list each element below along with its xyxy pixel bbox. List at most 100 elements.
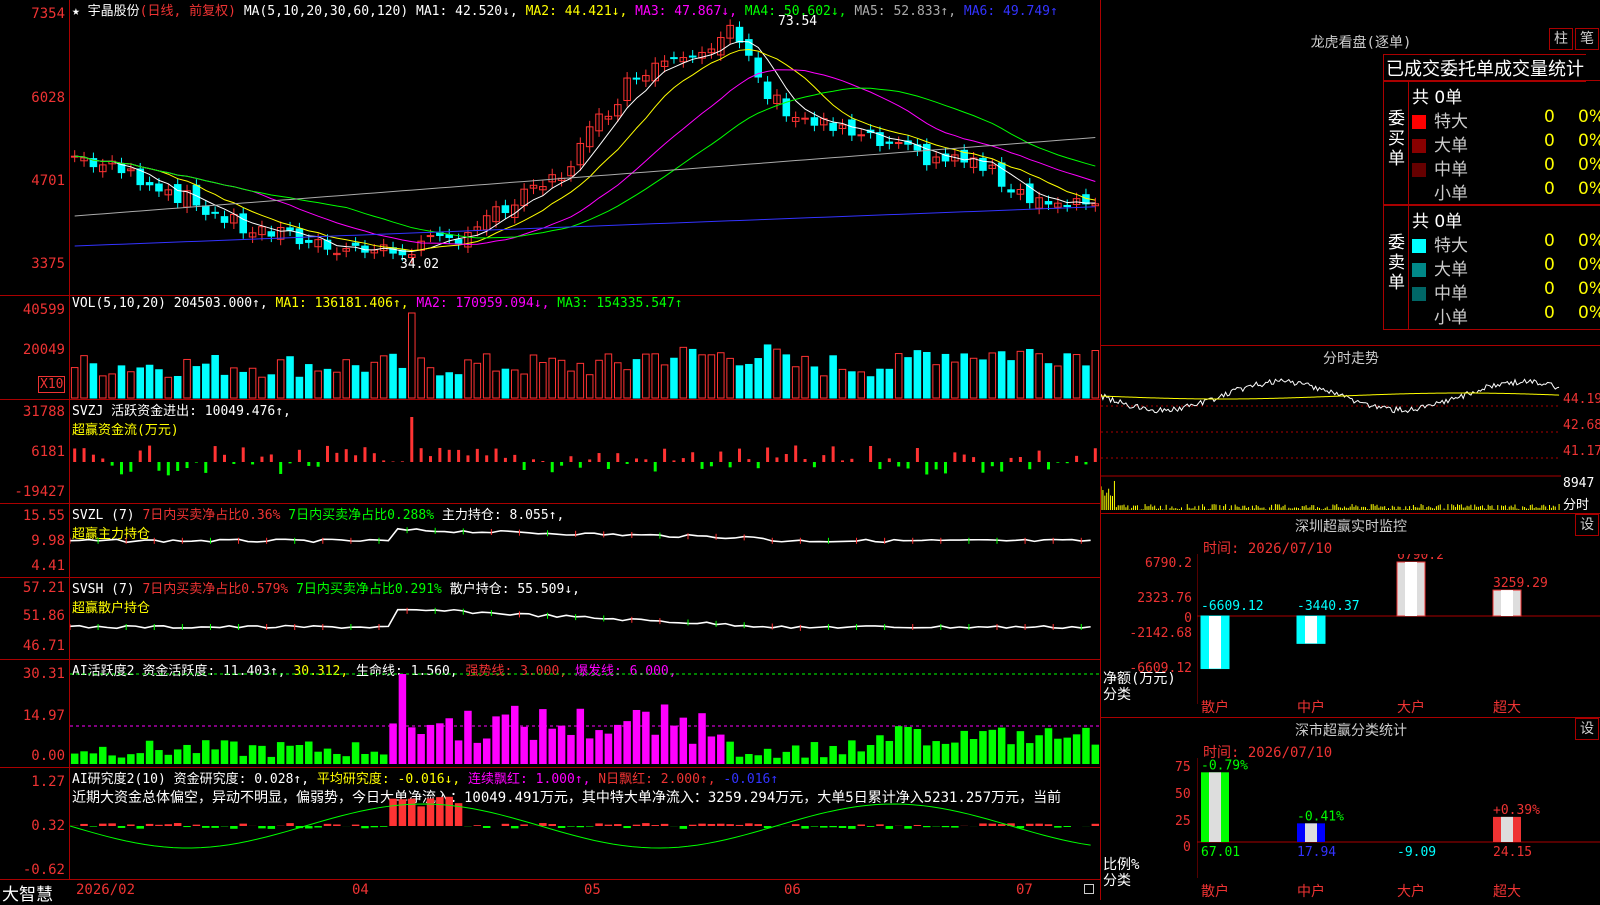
candle [146, 183, 153, 185]
sz-monitor-panel[interactable]: 深圳超赢实时监控 设 时间: 2026/07/10 6790.2 2323.76… [1100, 513, 1600, 717]
svsh-panel[interactable]: 57.21 51.86 46.71 SVSH (7) 7日内买卖净占比0.579… [0, 578, 1100, 660]
vol-bar [802, 356, 809, 398]
vol-bar [109, 374, 116, 398]
activity-bar [726, 742, 733, 764]
legend-swatch [1412, 239, 1426, 253]
candle [1064, 205, 1071, 206]
vol-bar [380, 356, 387, 398]
vol-bar [596, 360, 603, 398]
candle [305, 240, 312, 242]
svsh-chart[interactable] [70, 578, 1100, 660]
research-bar [183, 826, 190, 827]
vol-bar [746, 364, 753, 398]
sell-row-3: 小单00% [1412, 303, 1600, 325]
ai2-chart[interactable] [70, 768, 1100, 880]
candle [858, 135, 865, 136]
vol-bar [970, 358, 977, 398]
research-bar [1063, 826, 1070, 827]
vol-bar [792, 367, 799, 398]
sell-total: 共 0单 [1412, 207, 1462, 232]
vol-bar [811, 367, 818, 398]
activity-bar [174, 749, 181, 764]
research-bar [876, 824, 883, 826]
vol-bar [764, 345, 771, 398]
research-bar [577, 826, 584, 827]
kline-panel[interactable]: 7354 6028 4701 3375 ★ 宇晶股份(日线, 前复权) MA(5… [0, 0, 1100, 296]
y-tick: 0.00 [31, 748, 65, 764]
row-name: 小单 [1434, 184, 1468, 204]
sell-row-0: 特大00% [1412, 231, 1600, 253]
vol-bar [446, 373, 453, 398]
vol-bar [549, 358, 556, 398]
research-bar [698, 824, 705, 826]
research-bar [548, 824, 555, 826]
activity-bar [258, 746, 265, 764]
ai1-chart[interactable] [70, 660, 1100, 768]
ai1-y-axis: 30.31 14.97 0.00 [0, 660, 70, 767]
activity-bar [670, 726, 677, 764]
brand-logo[interactable]: 大智慧 [2, 880, 53, 905]
class-settings-button[interactable]: 设 [1575, 718, 1599, 740]
vol-bar [774, 349, 781, 398]
activity-bar [745, 754, 752, 764]
y-tick: 31788 [23, 404, 65, 420]
vol-bar [174, 376, 181, 398]
vol-bar [717, 353, 724, 398]
buy-row-2: 中单00% [1412, 155, 1600, 177]
vol-bar [736, 366, 743, 398]
research-bar [268, 826, 275, 829]
activity-bar [474, 743, 481, 764]
vol-bar [886, 369, 893, 398]
activity-bar [764, 749, 771, 764]
kline-chart[interactable] [70, 0, 1100, 296]
research-bar [80, 824, 87, 826]
y-tick: 20049 [23, 342, 65, 358]
ai-research-panel[interactable]: 1.27 0.32 -0.62 AI研究度2(10) 资金研究度: 0.028↑… [0, 768, 1100, 880]
activity-bar [333, 754, 340, 764]
lhb-tab[interactable]: 已成交委托单成交量统计 [1383, 54, 1586, 82]
activity-bar [1092, 745, 1099, 764]
research-bar [801, 826, 808, 829]
research-bar [305, 826, 312, 828]
bar-mode-button[interactable]: 柱 [1549, 28, 1573, 50]
research-bar [951, 826, 958, 828]
research-bar [1092, 824, 1099, 826]
sz-class-panel[interactable]: 深市超赢分类统计 设 时间: 2026/07/10 75 50 25 0 比例%… [1100, 717, 1600, 900]
svzj-chart[interactable] [70, 400, 1100, 504]
vol-bar [90, 364, 97, 398]
vol-bar [1008, 361, 1015, 398]
row-name: 中单 [1434, 160, 1468, 180]
vol-panel[interactable]: 40599 20049 X10 VOL(5,10,20) 204503.000↑… [0, 296, 1100, 400]
vol-bar [221, 375, 228, 398]
svzl-y-axis: 15.55 9.98 4.41 [0, 504, 70, 577]
activity-bar [698, 713, 705, 764]
lock-icon[interactable] [1084, 884, 1094, 894]
vol-bar [680, 347, 687, 398]
activity-bar [286, 746, 293, 764]
activity-bar [80, 751, 87, 764]
buy-side-label: 委买单 [1388, 109, 1406, 169]
fenshi-chart[interactable] [1101, 366, 1561, 512]
ai-activity-panel[interactable]: 30.31 14.97 0.00 AI活跃度2 资金活跃度: 11.403↑, … [0, 660, 1100, 768]
svzl-chart[interactable] [70, 504, 1100, 578]
research-bar [586, 826, 593, 827]
row-pct: 0% [1578, 231, 1600, 251]
monitor-settings-button[interactable]: 设 [1575, 514, 1599, 536]
svzj-panel[interactable]: 31788 6181 -19427 SVZJ 活跃资金进出: 10049.476… [0, 400, 1100, 504]
tick-mode-button[interactable]: 笔 [1575, 28, 1599, 50]
vol-bar [277, 360, 284, 398]
vol-chart[interactable] [70, 296, 1100, 400]
monitor-chart[interactable]: -6609.12散户-3440.37中户6790.2大户3259.29超大 [1197, 554, 1600, 714]
vol-bar [352, 366, 359, 398]
monitor-tick: -2142.68 [1129, 626, 1192, 641]
vol-bar [614, 363, 621, 398]
activity-bar [71, 754, 78, 764]
vol-bar [259, 377, 266, 398]
legend-swatch [1412, 311, 1426, 325]
fenshi-panel[interactable]: 分时走势 44.19 42.68 41.17 8947 分时 [1100, 345, 1600, 513]
activity-bar [539, 709, 546, 764]
class-chart[interactable]: -0.79%67.01散户-0.41%17.94中户-9.09大户+0.39%2… [1197, 758, 1600, 898]
research-bar [118, 826, 125, 828]
svzl-panel[interactable]: 15.55 9.98 4.41 SVZL (7) 7日内买卖净占比0.36% 7… [0, 504, 1100, 578]
vol-bar [399, 368, 406, 398]
